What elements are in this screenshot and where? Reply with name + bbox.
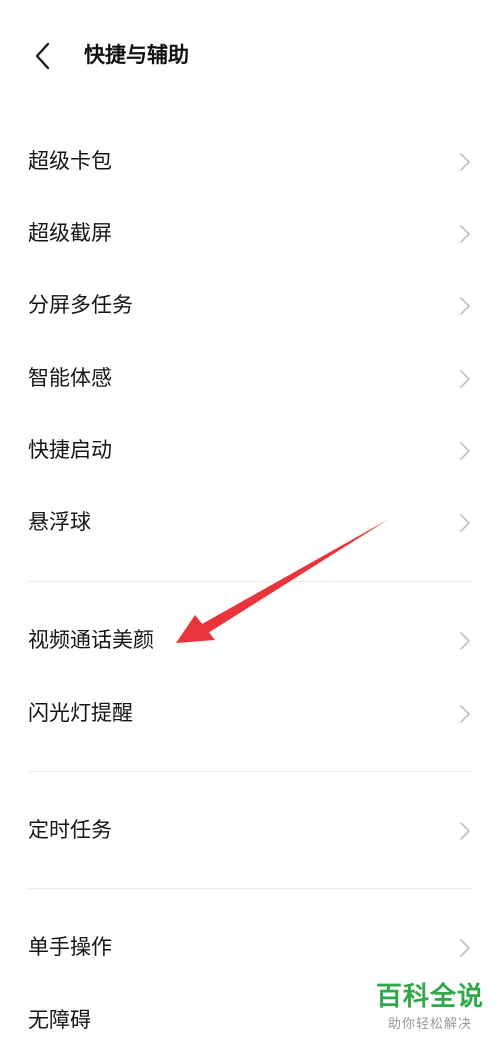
chevron-right-icon <box>458 368 472 390</box>
chevron-right-icon <box>458 223 472 245</box>
settings-item-quick-launch[interactable]: 快捷启动 <box>0 419 500 481</box>
header-bar: 快捷与辅助 <box>0 0 500 110</box>
settings-item-split-screen-multitask[interactable]: 分屏多任务 <box>0 274 500 336</box>
page-title: 快捷与辅助 <box>84 43 189 67</box>
settings-item-label: 闪光灯提醒 <box>28 701 133 725</box>
chevron-right-icon <box>458 440 472 462</box>
settings-item-label: 超级截屏 <box>28 221 112 245</box>
section-divider <box>28 581 472 582</box>
settings-item-label: 超级卡包 <box>28 149 112 173</box>
settings-item-label: 智能体感 <box>28 366 112 390</box>
section-divider <box>28 771 472 772</box>
settings-item-label: 悬浮球 <box>28 510 91 534</box>
watermark-logo: 百科全说 助你轻松解决 <box>368 980 492 1040</box>
chevron-right-icon <box>458 512 472 534</box>
settings-item-flash-reminder[interactable]: 闪光灯提醒 <box>0 682 500 744</box>
settings-item-super-screenshot[interactable]: 超级截屏 <box>0 202 500 264</box>
settings-item-label: 单手操作 <box>28 935 112 959</box>
settings-item-label: 分屏多任务 <box>28 293 133 317</box>
settings-item-video-call-beauty[interactable]: 视频通话美颜 <box>0 609 500 671</box>
back-button[interactable] <box>28 38 68 74</box>
chevron-right-icon <box>458 937 472 959</box>
chevron-right-icon <box>458 630 472 652</box>
chevron-right-icon <box>458 820 472 842</box>
settings-item-floating-ball[interactable]: 悬浮球 <box>0 491 500 553</box>
settings-item-label: 快捷启动 <box>28 438 112 462</box>
chevron-left-icon <box>35 42 50 70</box>
settings-item-label: 视频通话美颜 <box>28 628 154 652</box>
settings-item-label: 定时任务 <box>28 818 112 842</box>
settings-item-one-hand-mode[interactable]: 单手操作 <box>0 916 500 978</box>
chevron-right-icon <box>458 295 472 317</box>
settings-item-label: 无障碍 <box>28 1008 91 1032</box>
settings-item-super-card-pack[interactable]: 超级卡包 <box>0 130 500 192</box>
settings-item-smart-motion[interactable]: 智能体感 <box>0 347 500 409</box>
settings-item-scheduled-tasks[interactable]: 定时任务 <box>0 799 500 861</box>
watermark-title: 百科全说 <box>375 982 484 1012</box>
watermark-subtitle: 助你轻松解决 <box>387 1017 472 1032</box>
chevron-right-icon <box>458 151 472 173</box>
section-divider <box>28 888 472 889</box>
chevron-right-icon <box>458 703 472 725</box>
